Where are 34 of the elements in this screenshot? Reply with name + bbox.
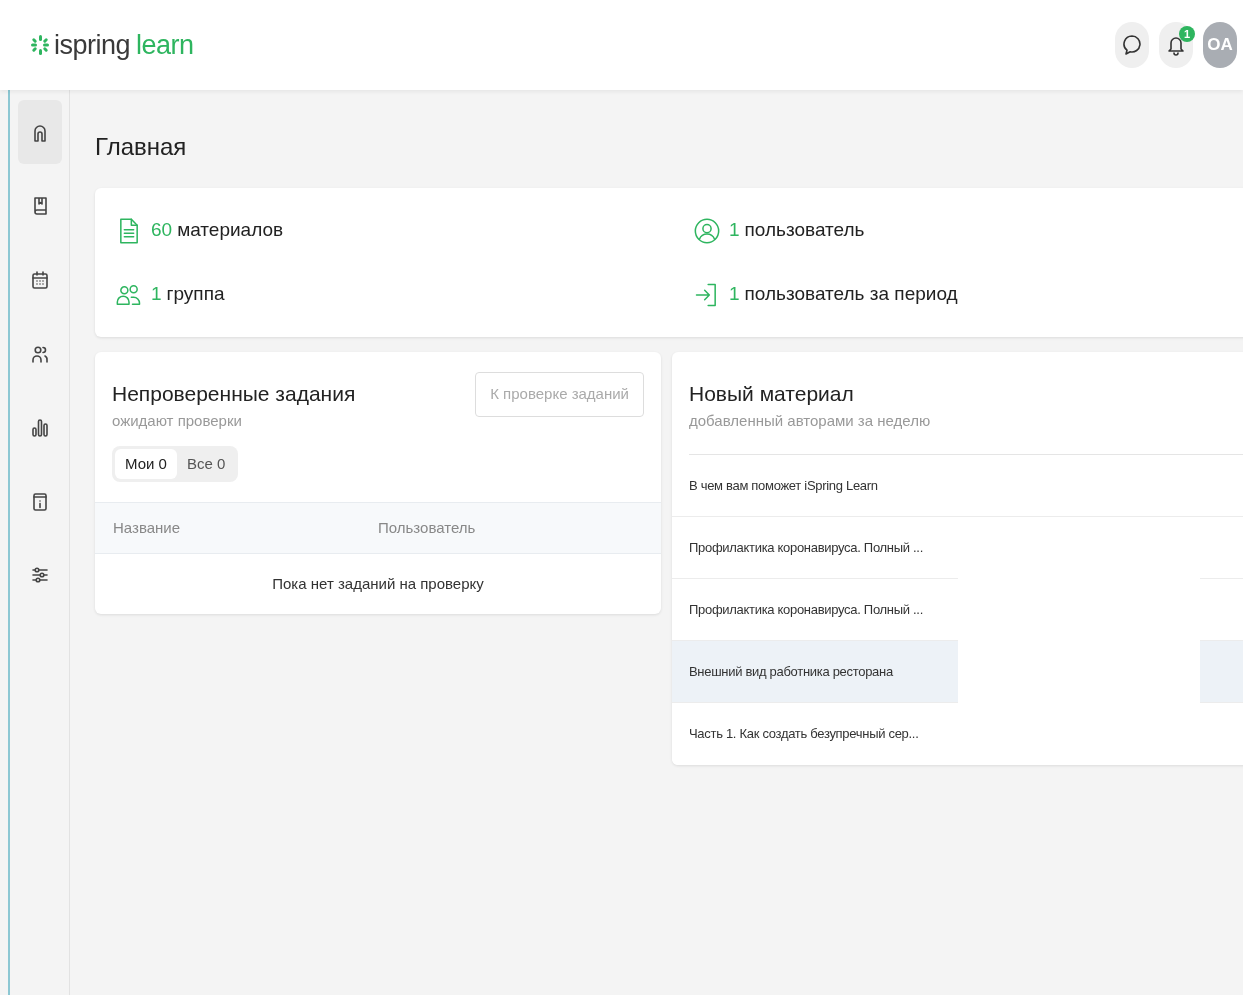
notification-badge: 1 — [1179, 26, 1195, 42]
filter-tab[interactable]: Мои 0 — [115, 449, 177, 479]
stat-label: материалов — [177, 218, 284, 243]
card-title: Новый материал — [689, 381, 855, 407]
bell-icon — [1166, 34, 1186, 56]
card-subtitle: ожидают проверки — [112, 411, 243, 431]
card-title: Непроверенные задания — [112, 381, 357, 407]
empty-message: Пока нет заданий на проверку — [272, 573, 484, 594]
material-row[interactable]: В чем вам поможет iSpring Learn — [672, 455, 1243, 517]
stat-count: 1 — [151, 282, 162, 307]
material-link[interactable]: Профилактика коронавируса. Полный ... — [689, 537, 923, 558]
sidebar-item[interactable] — [17, 100, 62, 164]
material-link[interactable]: Часть 1. Как создать безупречный сер... — [689, 724, 919, 744]
filter-tab[interactable]: Все 0 — [176, 449, 236, 479]
material-link[interactable]: Профилактика коронавируса. Полный ... — [689, 599, 923, 620]
calendar-icon — [29, 269, 50, 291]
bar-chart-icon — [29, 417, 50, 439]
column-header: Название — [113, 517, 182, 538]
stat-count: 60 — [151, 218, 173, 243]
material-link[interactable]: В чем вам поможет iSpring Learn — [689, 475, 878, 496]
logo[interactable]: ispring learn — [54, 28, 194, 62]
chat-button[interactable] — [1115, 22, 1149, 68]
page-title: Главная — [95, 132, 188, 162]
logo-icon — [30, 33, 50, 57]
stat-count: 1 — [729, 282, 740, 307]
stat-label: пользователь за период — [744, 282, 958, 307]
chat-icon — [1122, 34, 1142, 56]
column-header: Пользователь — [378, 517, 477, 538]
card-subtitle: добавленный авторами за неделю — [689, 411, 932, 431]
users-icon — [29, 343, 50, 365]
stat-label: пользователь — [744, 218, 865, 243]
stat-label: группа — [166, 282, 225, 307]
stat-count: 1 — [729, 218, 740, 243]
material-link[interactable]: Внешний вид работника ресторана — [689, 661, 893, 682]
